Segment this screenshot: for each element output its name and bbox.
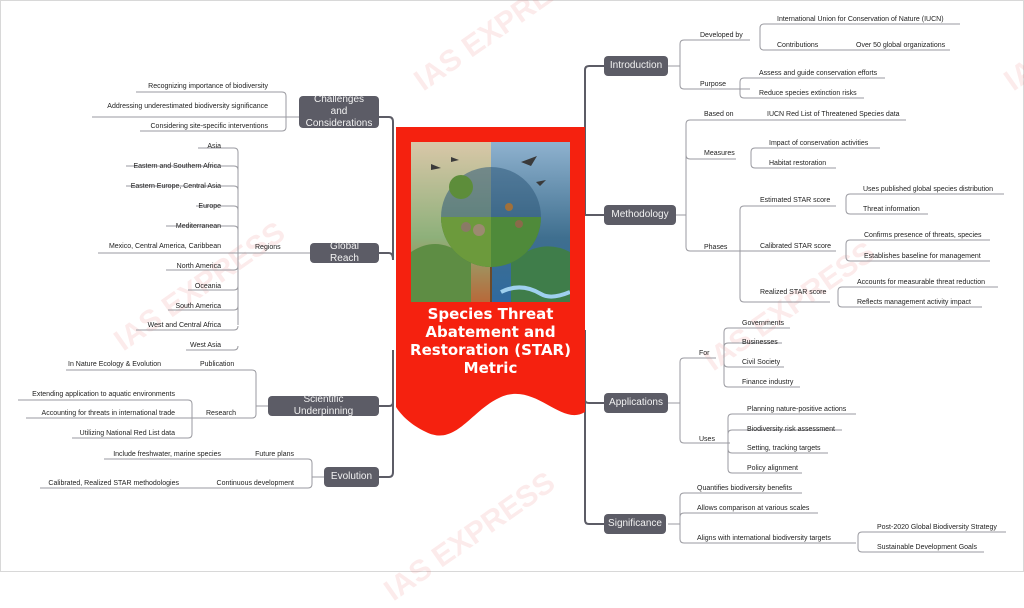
label-uses-item: Policy alignment [747, 465, 798, 472]
label-phase-item: Establishes baseline for management [864, 253, 981, 260]
label-region: South America [175, 303, 221, 310]
central-topic[interactable]: Species Threat Abatement and Restoration… [396, 127, 585, 437]
label-measures: Measures [704, 150, 735, 157]
label-aligns-item: Sustainable Development Goals [877, 544, 978, 551]
label-phase-item: Accounts for measurable threat reduction [857, 279, 986, 286]
label-based-on: Based on [704, 111, 734, 118]
central-topic-title: Species Threat Abatement and Restoration… [410, 305, 571, 377]
label-region: Asia [207, 143, 221, 150]
label-for-item: Civil Society [742, 359, 781, 366]
label-region: Europe [198, 203, 221, 210]
label-region: West and Central Africa [147, 322, 221, 329]
label-publication-value: In Nature Ecology & Evolution [68, 361, 161, 368]
label-for: For [699, 350, 710, 357]
label-regions: Regions [255, 244, 281, 251]
label-purpose: Purpose [700, 81, 727, 88]
label-contributions-value: Over 50 global organizations [856, 42, 946, 49]
label-region: Mexico, Central America, Caribbean [108, 243, 221, 250]
label-aligns-item: Post-2020 Global Biodiversity Strategy [877, 524, 997, 531]
label-research-item: Extending application to aquatic environ… [32, 391, 175, 398]
label-research: Research [206, 410, 236, 417]
label-phase-item: Reflects management activity impact [857, 299, 971, 306]
label-publication: Publication [200, 361, 235, 368]
label-future-plans: Future plans [255, 451, 294, 458]
label-challenge-item: Considering site-specific interventions [150, 123, 269, 130]
label-future-plans-value: Include freshwater, marine species [113, 451, 221, 458]
node-scientific-underpinning[interactable]: Scientific Underpinning [268, 394, 379, 417]
label-iucn: International Union for Conservation of … [777, 16, 944, 23]
label-significance-item: Allows comparison at various scales [697, 505, 810, 512]
label-for-item: Governments [742, 320, 785, 327]
label-uses-item: Biodiversity risk assessment [747, 426, 835, 433]
node-applications[interactable]: Applications [604, 393, 668, 413]
label-challenge-item: Addressing underestimated biodiversity s… [107, 103, 268, 110]
label-phase-item: Uses published global species distributi… [863, 186, 993, 193]
label-uses-item: Setting, tracking targets [747, 445, 821, 452]
label-region: West Asia [190, 342, 221, 349]
label-measures-item: Habitat restoration [769, 160, 827, 167]
label-continuous-development: Continuous development [216, 480, 294, 487]
label-phase: Estimated STAR score [760, 197, 831, 204]
node-challenges-and-considerations[interactable]: Challenges and Considerations [299, 94, 379, 129]
label-region: Eastern and Southern Africa [133, 163, 221, 170]
label-challenge-item: Recognizing importance of biodiversity [148, 83, 268, 90]
label-developed-by: Developed by [700, 32, 743, 39]
label-research-item: Accounting for threats in international … [41, 410, 175, 417]
label-region: North America [176, 263, 221, 270]
node-significance[interactable]: Significance [604, 514, 666, 534]
label-purpose-item: Reduce species extinction risks [759, 90, 857, 97]
label-phase: Calibrated STAR score [760, 243, 832, 250]
label-for-item: Businesses [742, 339, 778, 346]
label-measures-item: Impact of conservation activities [769, 140, 869, 147]
label-phase-item: Confirms presence of threats, species [864, 232, 982, 239]
label-significance-item: Quantifies biodiversity benefits [697, 485, 792, 492]
label-aligns: Aligns with international biodiversity t… [697, 535, 831, 542]
label-uses-item: Planning nature-positive actions [747, 406, 847, 413]
node-introduction[interactable]: Introduction [604, 56, 668, 76]
label-continuous-value: Calibrated, Realized STAR methodologies [48, 480, 179, 487]
label-phase-item: Threat information [863, 206, 920, 213]
label-region: Eastern Europe, Central Asia [130, 183, 221, 190]
label-research-item: Utilizing National Red List data [79, 430, 175, 437]
label-uses: Uses [699, 436, 715, 443]
label-phase: Realized STAR score [760, 289, 827, 296]
label-based-on-value: IUCN Red List of Threatened Species data [767, 111, 900, 118]
label-purpose-item: Assess and guide conservation efforts [759, 70, 878, 77]
label-region: Mediterranean [175, 223, 221, 230]
node-global-reach[interactable]: Global Reach [310, 241, 379, 264]
label-contributions: Contributions [777, 42, 819, 49]
label-for-item: Finance industry [742, 379, 794, 386]
node-methodology[interactable]: Methodology [604, 205, 676, 225]
label-region: Oceania [194, 283, 221, 290]
label-phases: Phases [704, 244, 728, 251]
node-evolution[interactable]: Evolution [324, 467, 379, 487]
illustration-biodiversity-globe [411, 142, 570, 302]
